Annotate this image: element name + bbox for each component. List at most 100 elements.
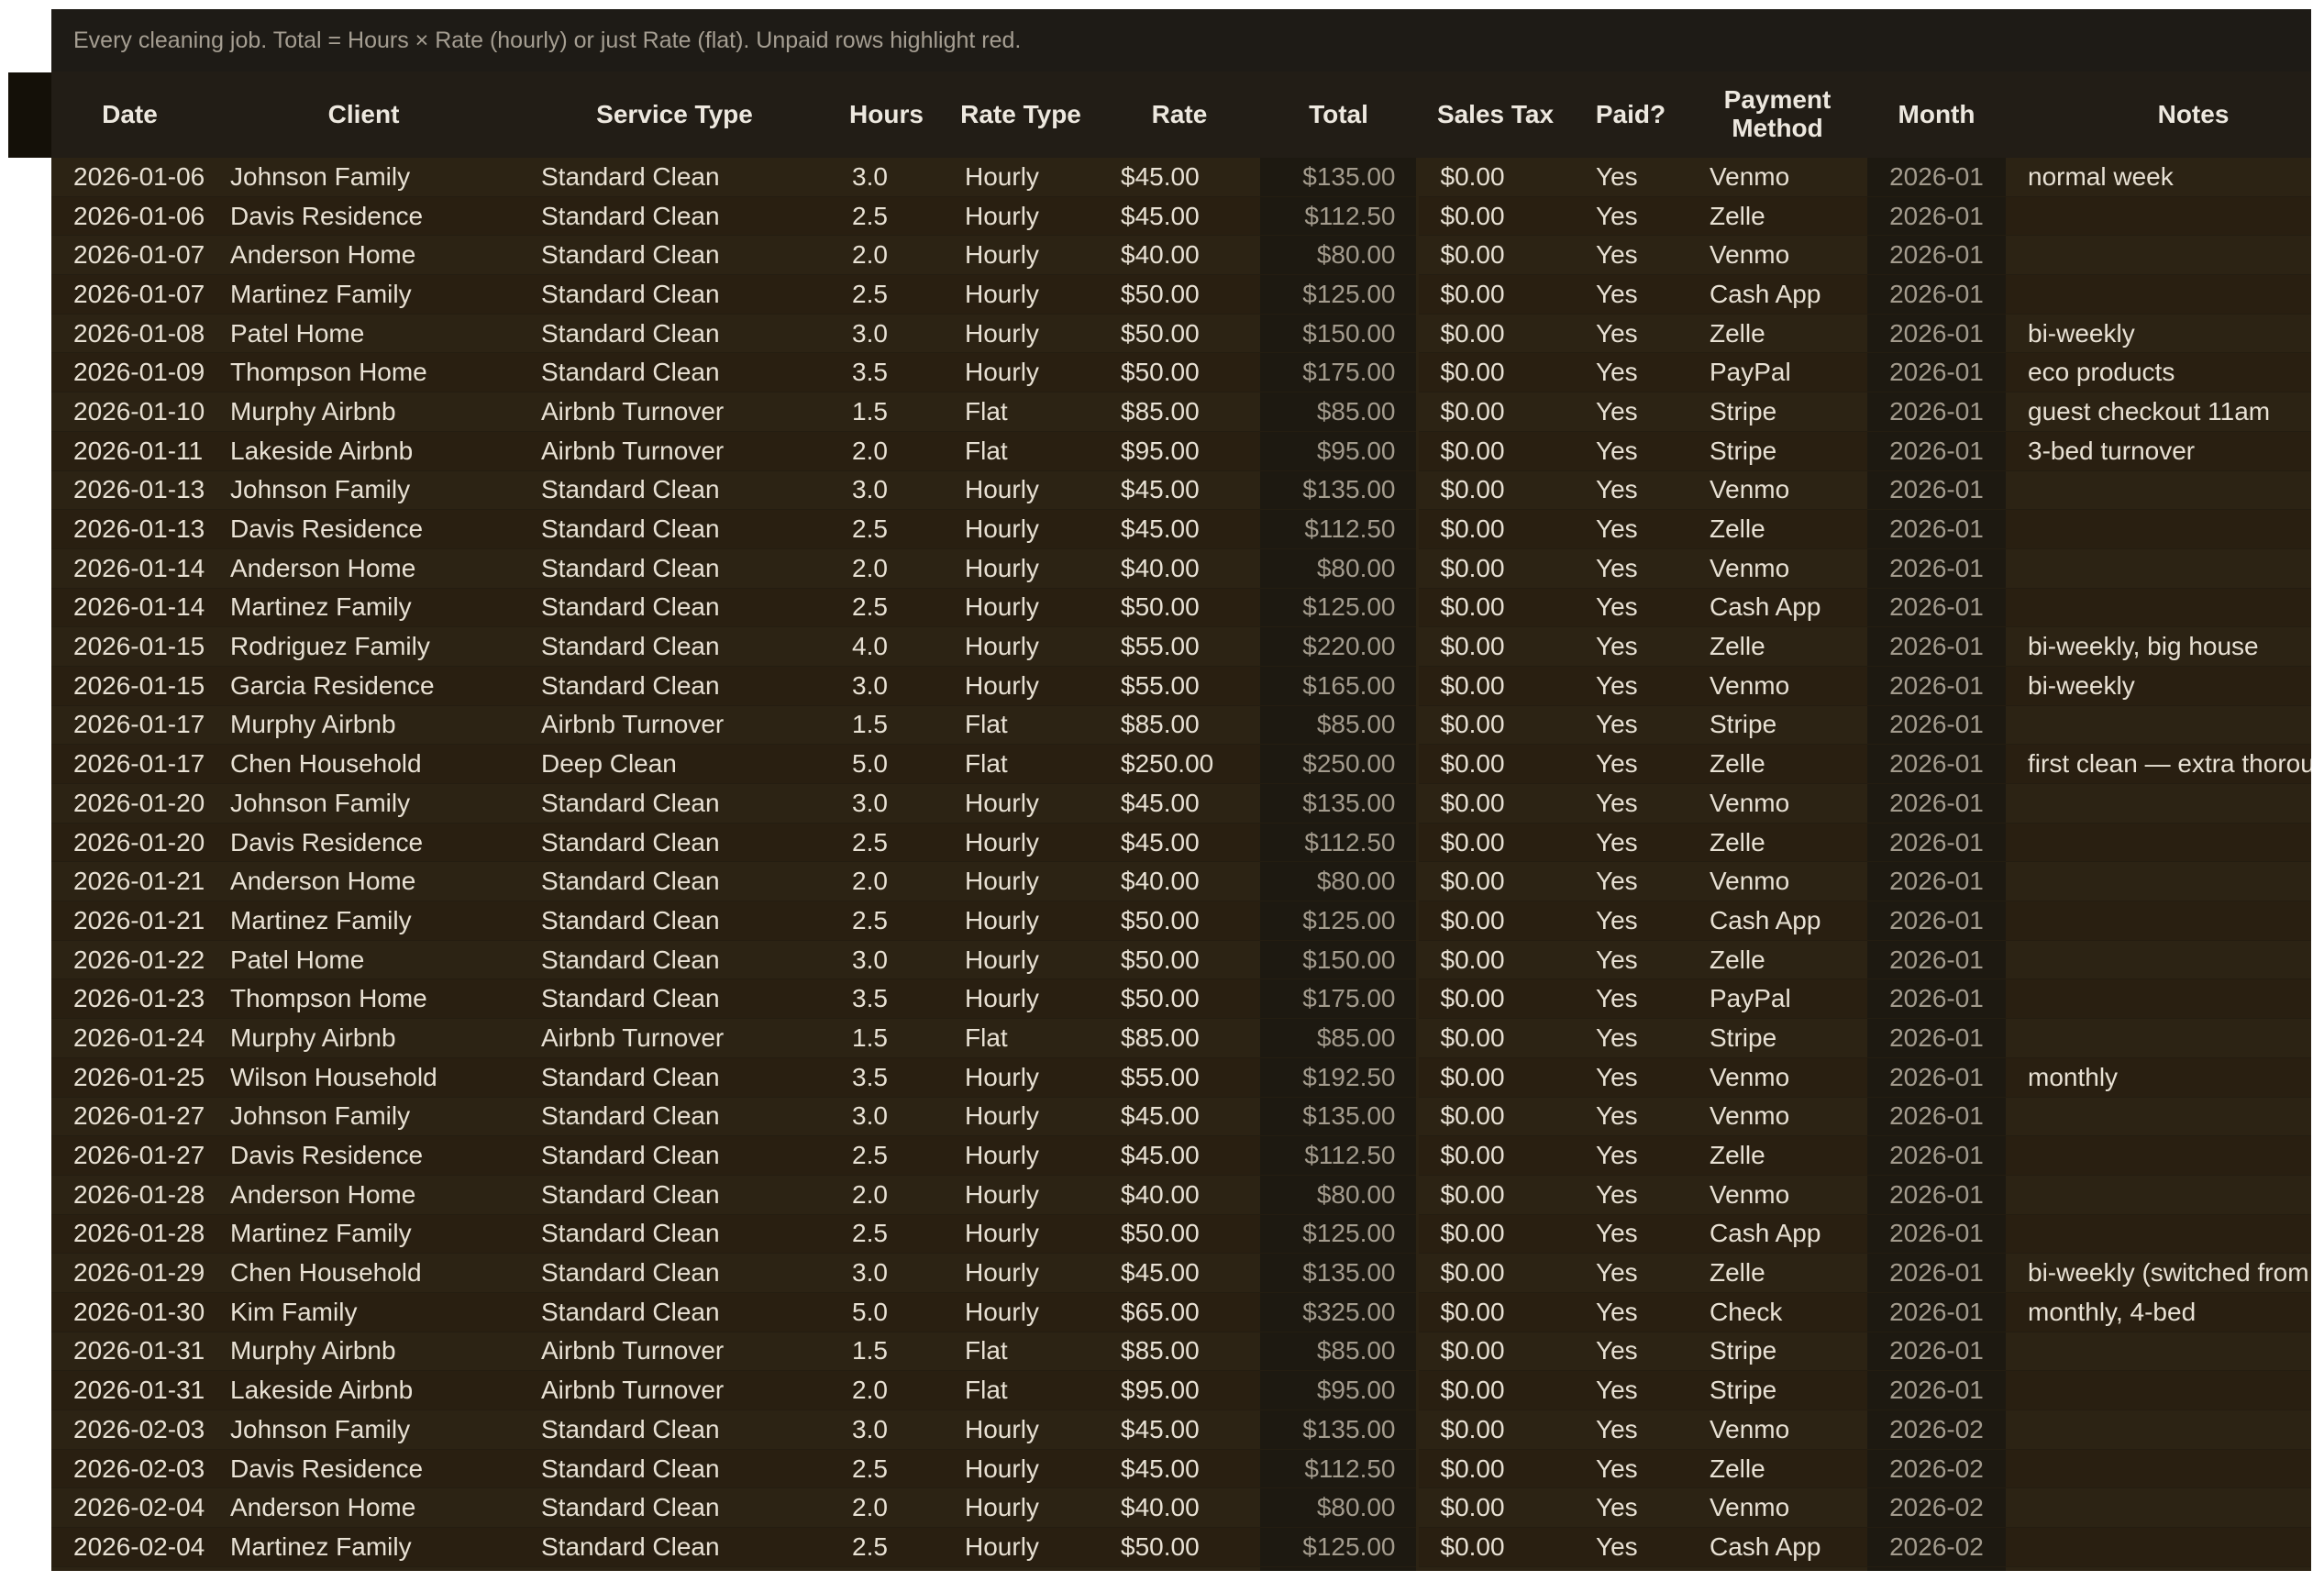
cell-payment-method[interactable]: Stripe (1688, 1370, 1867, 1410)
cell-service-type[interactable]: Standard Clean (519, 1057, 830, 1098)
cell-total[interactable]: $80.00 (1260, 235, 1417, 276)
cell-rate[interactable]: $40.00 (1099, 861, 1260, 902)
cell-paid[interactable]: Yes (1574, 1097, 1688, 1137)
cell-date[interactable]: 2026-01-11 (51, 431, 208, 471)
cell-paid[interactable]: Yes (1574, 940, 1688, 980)
cell-sales-tax[interactable]: $0.00 (1415, 1253, 1574, 1293)
cell-total[interactable]: $112.50 (1260, 509, 1417, 549)
cell-paid[interactable]: Yes (1574, 744, 1688, 784)
cell-service-type[interactable]: Standard Clean (519, 823, 830, 863)
cell-payment-method[interactable]: Cash App (1688, 1527, 1867, 1567)
cell-client[interactable]: Anderson Home (208, 1175, 519, 1215)
cell-service-type[interactable]: Standard Clean (519, 196, 830, 237)
cell-payment-method[interactable]: Zelle (1688, 823, 1867, 863)
cell-client[interactable]: Rodriguez Family (208, 626, 519, 667)
cell-rate[interactable]: $50.00 (1099, 1566, 1260, 1571)
cell-month[interactable]: 2026-01 (1867, 431, 2006, 471)
cell-client[interactable]: Chen Household (208, 744, 519, 784)
cell-client[interactable]: Davis Residence (208, 196, 519, 237)
cell-date[interactable]: 2026-01-07 (51, 235, 208, 276)
cell-total[interactable]: $175.00 (1260, 978, 1417, 1020)
cell-paid[interactable]: Yes (1574, 470, 1688, 511)
cell-client[interactable]: Murphy Airbnb (208, 705, 519, 746)
cell-service-type[interactable]: Standard Clean (519, 940, 830, 980)
cell-rate-type[interactable]: Hourly (943, 1253, 1099, 1293)
cell-notes[interactable]: eco products (2006, 352, 2311, 393)
cell-total[interactable]: $80.00 (1260, 861, 1417, 902)
cell-service-type[interactable]: Standard Clean (519, 626, 830, 667)
cell-client[interactable]: Lakeside Airbnb (208, 1370, 519, 1410)
cell-hours[interactable]: 3.0 (830, 666, 943, 706)
cell-notes[interactable] (2006, 1370, 2311, 1410)
cell-sales-tax[interactable]: $0.00 (1415, 352, 1574, 393)
cell-service-type[interactable]: Standard Clean (519, 1175, 830, 1215)
cell-rate-type[interactable]: Hourly (943, 1057, 1099, 1098)
cell-client[interactable]: Patel Home (208, 314, 519, 354)
cell-payment-method[interactable]: Venmo (1688, 1410, 1867, 1450)
cell-paid[interactable]: Yes (1574, 626, 1688, 667)
cell-service-type[interactable]: Standard Clean (519, 861, 830, 902)
cell-rate-type[interactable]: Hourly (943, 1449, 1099, 1489)
cell-rate-type[interactable]: Hourly (943, 1566, 1099, 1571)
cell-sales-tax[interactable]: $0.00 (1415, 705, 1574, 746)
cell-rate[interactable]: $55.00 (1099, 626, 1260, 667)
cell-hours[interactable]: 3.0 (830, 1410, 943, 1450)
cell-client[interactable]: Murphy Airbnb (208, 1018, 519, 1058)
cell-paid[interactable]: Yes (1574, 783, 1688, 824)
cell-payment-method[interactable]: Zelle (1688, 940, 1867, 980)
cell-total[interactable]: $250.00 (1260, 744, 1417, 784)
cell-sales-tax[interactable]: $0.00 (1415, 1018, 1574, 1058)
cell-paid[interactable]: Yes (1574, 861, 1688, 902)
cell-total[interactable]: $80.00 (1260, 1487, 1417, 1529)
cell-payment-method[interactable]: PayPal (1688, 978, 1867, 1020)
cell-rate[interactable]: $55.00 (1099, 1057, 1260, 1098)
cell-month[interactable]: 2026-01 (1867, 626, 2006, 667)
cell-service-type[interactable]: Standard Clean (519, 1292, 830, 1332)
cell-total[interactable]: $165.00 (1260, 666, 1417, 706)
cell-payment-method[interactable]: Zelle (1688, 626, 1867, 667)
cell-rate[interactable]: $250.00 (1099, 744, 1260, 784)
cell-rate[interactable]: $85.00 (1099, 1018, 1260, 1058)
cell-sales-tax[interactable]: $0.00 (1415, 1527, 1574, 1567)
cell-client[interactable]: Garcia Residence (208, 666, 519, 706)
cell-month[interactable]: 2026-01 (1867, 1135, 2006, 1176)
cell-total[interactable]: $150.00 (1260, 940, 1417, 980)
cell-payment-method[interactable]: Venmo (1688, 783, 1867, 824)
cell-month[interactable]: 2026-01 (1867, 392, 2006, 432)
cell-total[interactable]: $112.50 (1260, 196, 1417, 237)
cell-payment-method[interactable]: Stripe (1688, 431, 1867, 471)
cell-month[interactable]: 2026-01 (1867, 196, 2006, 237)
cell-rate[interactable]: $50.00 (1099, 940, 1260, 980)
cell-service-type[interactable]: Standard Clean (519, 901, 830, 941)
cell-sales-tax[interactable]: $0.00 (1415, 196, 1574, 237)
cell-client[interactable]: Martinez Family (208, 1214, 519, 1255)
cell-rate[interactable]: $85.00 (1099, 1332, 1260, 1372)
cell-rate-type[interactable]: Hourly (943, 1214, 1099, 1255)
cell-rate-type[interactable]: Hourly (943, 314, 1099, 354)
cell-notes[interactable] (2006, 274, 2311, 315)
cell-rate-type[interactable]: Hourly (943, 1487, 1099, 1529)
cell-rate[interactable]: $45.00 (1099, 1097, 1260, 1137)
cell-hours[interactable]: 1.5 (830, 1332, 943, 1372)
cell-notes[interactable]: bi-weekly, big house (2006, 626, 2311, 667)
cell-service-type[interactable]: Standard Clean (519, 1566, 830, 1571)
cell-month[interactable]: 2026-01 (1867, 940, 2006, 980)
cell-date[interactable]: 2026-01-06 (51, 196, 208, 237)
cell-hours[interactable]: 1.5 (830, 705, 943, 746)
cell-month[interactable]: 2026-01 (1867, 1332, 2006, 1372)
cell-paid[interactable]: Yes (1574, 588, 1688, 628)
cell-client[interactable]: Davis Residence (208, 509, 519, 549)
cell-hours[interactable]: 3.0 (830, 314, 943, 354)
cell-total[interactable]: $135.00 (1260, 158, 1417, 197)
cell-total[interactable]: $175.00 (1260, 352, 1417, 393)
cell-paid[interactable]: Yes (1574, 1566, 1688, 1571)
cell-rate-type[interactable]: Hourly (943, 470, 1099, 511)
cell-total[interactable]: $125.00 (1260, 588, 1417, 628)
cell-paid[interactable]: Yes (1574, 1018, 1688, 1058)
cell-payment-method[interactable]: Stripe (1688, 1018, 1867, 1058)
cell-payment-method[interactable]: Venmo (1688, 861, 1867, 902)
cell-rate[interactable]: $45.00 (1099, 823, 1260, 863)
cell-notes[interactable] (2006, 783, 2311, 824)
cell-hours[interactable]: 2.5 (830, 509, 943, 549)
cell-date[interactable]: 2026-01-20 (51, 823, 208, 863)
